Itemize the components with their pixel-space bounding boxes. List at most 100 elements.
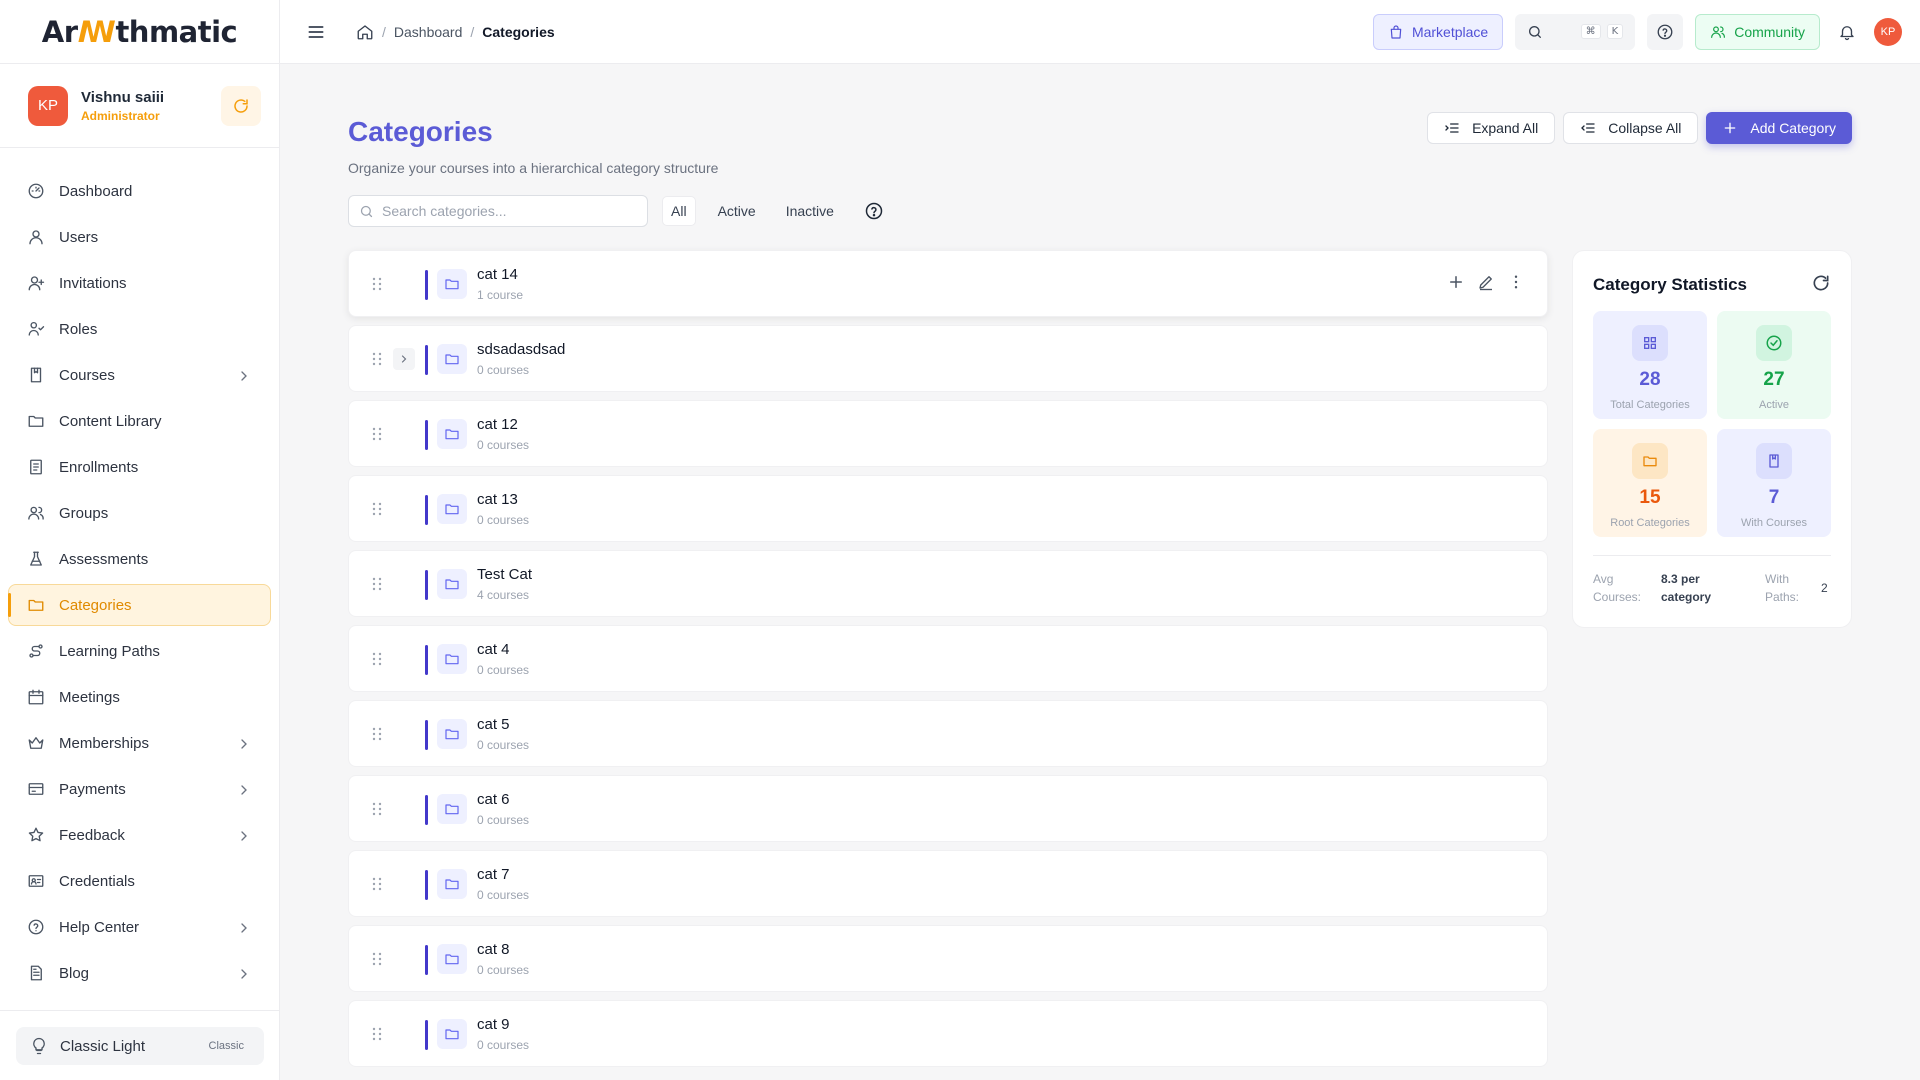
refresh-stats-button[interactable]	[1811, 273, 1831, 293]
sidebar-item-groups[interactable]: Groups	[8, 492, 271, 534]
category-name[interactable]: cat 12	[477, 416, 529, 433]
category-name[interactable]: cat 13	[477, 491, 529, 508]
sidebar-item-invitations[interactable]: Invitations	[8, 262, 271, 304]
chevron-right-icon[interactable]	[236, 782, 252, 798]
category-row[interactable]: cat 4 0 courses	[348, 625, 1548, 692]
drag-handle-icon[interactable]	[371, 427, 383, 441]
category-search-input[interactable]	[382, 203, 632, 219]
filter-tab-active[interactable]: Active	[710, 197, 764, 225]
category-row[interactable]: Test Cat 4 courses	[348, 550, 1548, 617]
category-name[interactable]: cat 8	[477, 941, 529, 958]
sidebar-item-assessments[interactable]: Assessments	[8, 538, 271, 580]
stat-value: 28	[1639, 369, 1661, 390]
sidebar-item-blog[interactable]: Blog	[8, 952, 271, 994]
sync-icon	[234, 99, 248, 113]
sidebar-item-dashboard[interactable]: Dashboard	[8, 170, 271, 212]
sidebar-item-memberships[interactable]: Memberships	[8, 722, 271, 764]
drag-handle-icon[interactable]	[371, 502, 383, 516]
sync-button[interactable]	[221, 86, 261, 126]
chevron-right-icon[interactable]	[236, 736, 252, 752]
sidebar-item-users[interactable]: Users	[8, 216, 271, 258]
sidebar-item-learning-paths[interactable]: Learning Paths	[8, 630, 271, 672]
drag-handle-icon[interactable]	[371, 877, 383, 891]
stat-with-courses: 7 With Courses	[1717, 429, 1831, 537]
category-row[interactable]: cat 5 0 courses	[348, 700, 1548, 767]
header-avatar[interactable]: KP	[1874, 17, 1902, 46]
grid-icon	[1632, 325, 1668, 361]
search-icon	[360, 205, 373, 217]
drag-handle-icon[interactable]	[371, 727, 383, 741]
filter-tab-all[interactable]: All	[662, 196, 696, 226]
menu-toggle[interactable]	[306, 22, 326, 42]
sidebar-nav: Dashboard Users Invitations Roles Courses Con…	[0, 148, 279, 994]
category-row[interactable]: cat 12 0 courses	[348, 400, 1548, 467]
community-button[interactable]: Community	[1695, 13, 1820, 50]
sidebar-item-meetings[interactable]: Meetings	[8, 676, 271, 718]
category-course-count: 0 courses	[477, 663, 530, 677]
user-avatar[interactable]: KP	[28, 85, 68, 126]
category-name[interactable]: Test Cat	[477, 566, 532, 583]
chevron-right-icon[interactable]	[236, 920, 252, 936]
pencil-icon	[1479, 276, 1492, 291]
category-name[interactable]: sdsadasdsad	[477, 341, 565, 358]
edit-category-button[interactable]	[1477, 273, 1495, 291]
sidebar-item-payments[interactable]: Payments	[8, 768, 271, 810]
filter-tab-inactive[interactable]: Inactive	[778, 197, 842, 225]
global-search[interactable]: ⌘ K	[1515, 13, 1636, 50]
drag-handle-icon[interactable]	[371, 277, 383, 291]
sidebar-item-label: Users	[59, 228, 99, 246]
chevron-right-icon[interactable]	[236, 828, 252, 844]
sidebar-item-label: Meetings	[59, 688, 120, 706]
drag-handle-icon[interactable]	[371, 652, 383, 666]
drag-handle-icon[interactable]	[371, 577, 383, 591]
expand-row-button[interactable]	[393, 347, 415, 370]
drag-handle-icon[interactable]	[371, 802, 383, 816]
add-category-button[interactable]: Add Category	[1706, 112, 1852, 144]
notifications-button[interactable]	[1832, 23, 1862, 41]
breadcrumb-dashboard[interactable]: Dashboard	[394, 24, 463, 40]
help-button[interactable]	[1647, 13, 1684, 50]
marketplace-button[interactable]: Marketplace	[1372, 13, 1504, 50]
sidebar-item-feedback[interactable]: Feedback	[8, 814, 271, 856]
category-row[interactable]: cat 8 0 courses	[348, 925, 1548, 992]
chevron-right-icon[interactable]	[236, 966, 252, 982]
expand-all-button[interactable]: Expand All	[1427, 112, 1556, 144]
category-name[interactable]: cat 6	[477, 791, 529, 808]
add-subcategory-button[interactable]	[1447, 273, 1465, 291]
category-course-count: 0 courses	[477, 963, 530, 977]
sidebar-item-courses[interactable]: Courses	[8, 354, 271, 396]
category-course-count: 1 course	[477, 288, 524, 302]
category-color-bar	[425, 1020, 428, 1050]
category-row[interactable]: cat 13 0 courses	[348, 475, 1548, 542]
drag-handle-icon[interactable]	[371, 1027, 383, 1041]
category-name[interactable]: cat 7	[477, 866, 529, 883]
category-row[interactable]: cat 9 0 courses	[348, 1000, 1548, 1067]
brand-logo[interactable]: Arꟿthmatic	[42, 15, 238, 49]
sidebar-item-roles[interactable]: Roles	[8, 308, 271, 350]
sidebar-item-enrollments[interactable]: Enrollments	[8, 446, 271, 488]
theme-switcher[interactable]: Classic Light Classic	[16, 1027, 264, 1065]
sidebar-item-content-library[interactable]: Content Library	[8, 400, 271, 442]
category-row[interactable]: cat 6 0 courses	[348, 775, 1548, 842]
drag-handle-icon[interactable]	[371, 952, 383, 966]
more-options-button[interactable]	[1507, 273, 1525, 291]
drag-handle-icon[interactable]	[371, 352, 383, 366]
category-row[interactable]: cat 14 1 course	[348, 250, 1548, 317]
sidebar-item-label: Learning Paths	[59, 642, 160, 660]
filter-help-button[interactable]	[864, 201, 884, 221]
sidebar-item-help-center[interactable]: Help Center	[8, 906, 271, 948]
category-row[interactable]: cat 7 0 courses	[348, 850, 1548, 917]
category-row[interactable]: sdsadasdsad 0 courses	[348, 325, 1548, 392]
category-name[interactable]: cat 9	[477, 1016, 529, 1033]
sidebar-item-categories[interactable]: Categories	[8, 584, 271, 626]
chevron-right-icon[interactable]	[236, 368, 252, 384]
category-name[interactable]: cat 4	[477, 641, 529, 658]
category-name[interactable]: cat 5	[477, 716, 529, 733]
sidebar-item-credentials[interactable]: Credentials	[8, 860, 271, 902]
breadcrumb-home[interactable]	[356, 23, 374, 41]
sidebar-item-label: Dashboard	[59, 182, 133, 200]
collapse-all-button[interactable]: Collapse All	[1563, 112, 1699, 144]
category-name[interactable]: cat 14	[477, 266, 523, 283]
kbd-k: K	[1606, 24, 1624, 39]
header-actions: Expand All Collapse All Add Category	[1427, 112, 1852, 144]
